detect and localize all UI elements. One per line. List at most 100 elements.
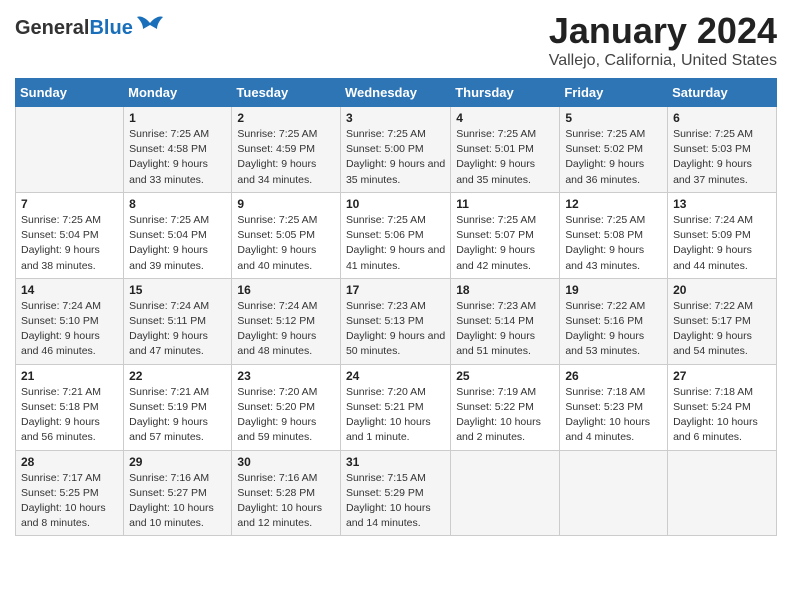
weekday-header: Monday — [124, 79, 232, 107]
day-number: 12 — [565, 197, 662, 211]
day-info: Sunrise: 7:22 AMSunset: 5:16 PMDaylight:… — [565, 299, 662, 360]
day-number: 7 — [21, 197, 118, 211]
day-number: 5 — [565, 111, 662, 125]
day-info: Sunrise: 7:17 AMSunset: 5:25 PMDaylight:… — [21, 471, 118, 532]
day-number: 14 — [21, 283, 118, 297]
weekday-header: Tuesday — [232, 79, 341, 107]
day-number: 23 — [237, 369, 335, 383]
calendar-day-cell: 25 Sunrise: 7:19 AMSunset: 5:22 PMDayligh… — [451, 364, 560, 450]
day-info: Sunrise: 7:25 AMSunset: 5:06 PMDaylight:… — [346, 213, 445, 274]
day-info: Sunrise: 7:22 AMSunset: 5:17 PMDaylight:… — [673, 299, 771, 360]
day-info: Sunrise: 7:20 AMSunset: 5:20 PMDaylight:… — [237, 385, 335, 446]
calendar-week-row: 14 Sunrise: 7:24 AMSunset: 5:10 PMDayligh… — [16, 278, 777, 364]
calendar-day-cell: 21Sunrise: 7:21 AMSunset: 5:18 PMDayligh… — [16, 364, 124, 450]
day-info: Sunrise: 7:20 AMSunset: 5:21 PMDaylight:… — [346, 385, 445, 446]
calendar-day-cell: 20 Sunrise: 7:22 AMSunset: 5:17 PMDayligh… — [668, 278, 777, 364]
weekday-header: Thursday — [451, 79, 560, 107]
day-number: 18 — [456, 283, 554, 297]
calendar-day-cell: 27 Sunrise: 7:18 AMSunset: 5:24 PMDayligh… — [668, 364, 777, 450]
day-info: Sunrise: 7:23 AMSunset: 5:14 PMDaylight:… — [456, 299, 554, 360]
day-number: 29 — [129, 455, 226, 469]
logo-bird-icon — [135, 15, 165, 41]
calendar-day-cell: 14 Sunrise: 7:24 AMSunset: 5:10 PMDayligh… — [16, 278, 124, 364]
calendar-day-cell: 12 Sunrise: 7:25 AMSunset: 5:08 PMDayligh… — [560, 192, 668, 278]
day-info: Sunrise: 7:25 AMSunset: 5:08 PMDaylight:… — [565, 213, 662, 274]
calendar-day-cell — [451, 450, 560, 536]
calendar-day-cell: 24Sunrise: 7:20 AMSunset: 5:21 PMDayligh… — [340, 364, 450, 450]
calendar-day-cell: 23 Sunrise: 7:20 AMSunset: 5:20 PMDayligh… — [232, 364, 341, 450]
calendar-header-row: SundayMondayTuesdayWednesdayThursdayFrid… — [16, 79, 777, 107]
calendar-day-cell: 26Sunrise: 7:18 AMSunset: 5:23 PMDayligh… — [560, 364, 668, 450]
day-number: 16 — [237, 283, 335, 297]
day-number: 30 — [237, 455, 335, 469]
calendar-day-cell: 7Sunrise: 7:25 AMSunset: 5:04 PMDaylight… — [16, 192, 124, 278]
calendar-day-cell: 17 Sunrise: 7:23 AMSunset: 5:13 PMDayligh… — [340, 278, 450, 364]
day-number: 20 — [673, 283, 771, 297]
calendar-day-cell — [16, 107, 124, 193]
calendar-day-cell: 8Sunrise: 7:25 AMSunset: 5:04 PMDaylight… — [124, 192, 232, 278]
day-info: Sunrise: 7:25 AMSunset: 5:05 PMDaylight:… — [237, 213, 335, 274]
day-info: Sunrise: 7:21 AMSunset: 5:19 PMDaylight:… — [129, 385, 226, 446]
day-info: Sunrise: 7:25 AMSunset: 5:03 PMDaylight:… — [673, 127, 771, 188]
day-number: 3 — [346, 111, 445, 125]
logo: GeneralBlue — [15, 15, 165, 41]
calendar-day-cell: 28 Sunrise: 7:17 AMSunset: 5:25 PMDayligh… — [16, 450, 124, 536]
calendar-day-cell: 10 Sunrise: 7:25 AMSunset: 5:06 PMDayligh… — [340, 192, 450, 278]
calendar-day-cell: 29 Sunrise: 7:16 AMSunset: 5:27 PMDayligh… — [124, 450, 232, 536]
calendar-day-cell: 16 Sunrise: 7:24 AMSunset: 5:12 PMDayligh… — [232, 278, 341, 364]
day-info: Sunrise: 7:16 AMSunset: 5:28 PMDaylight:… — [237, 471, 335, 532]
calendar-day-cell: 15 Sunrise: 7:24 AMSunset: 5:11 PMDayligh… — [124, 278, 232, 364]
day-info: Sunrise: 7:24 AMSunset: 5:11 PMDaylight:… — [129, 299, 226, 360]
day-info: Sunrise: 7:19 AMSunset: 5:22 PMDaylight:… — [456, 385, 554, 446]
weekday-header: Sunday — [16, 79, 124, 107]
day-number: 26 — [565, 369, 662, 383]
day-number: 1 — [129, 111, 226, 125]
day-info: Sunrise: 7:23 AMSunset: 5:13 PMDaylight:… — [346, 299, 445, 360]
calendar-week-row: 1 Sunrise: 7:25 AMSunset: 4:58 PMDaylight… — [16, 107, 777, 193]
calendar-day-cell: 11Sunrise: 7:25 AMSunset: 5:07 PMDayligh… — [451, 192, 560, 278]
calendar-day-cell: 3Sunrise: 7:25 AMSunset: 5:00 PMDaylight… — [340, 107, 450, 193]
day-number: 13 — [673, 197, 771, 211]
main-title: January 2024 — [549, 10, 777, 52]
weekday-header: Friday — [560, 79, 668, 107]
calendar-day-cell: 5 Sunrise: 7:25 AMSunset: 5:02 PMDaylight… — [560, 107, 668, 193]
day-number: 6 — [673, 111, 771, 125]
day-number: 15 — [129, 283, 226, 297]
day-info: Sunrise: 7:25 AMSunset: 4:58 PMDaylight:… — [129, 127, 226, 188]
day-info: Sunrise: 7:24 AMSunset: 5:12 PMDaylight:… — [237, 299, 335, 360]
calendar-day-cell: 30 Sunrise: 7:16 AMSunset: 5:28 PMDayligh… — [232, 450, 341, 536]
day-info: Sunrise: 7:18 AMSunset: 5:24 PMDaylight:… — [673, 385, 771, 446]
calendar-table: SundayMondayTuesdayWednesdayThursdayFrid… — [15, 78, 777, 536]
day-number: 27 — [673, 369, 771, 383]
day-info: Sunrise: 7:25 AMSunset: 5:04 PMDaylight:… — [129, 213, 226, 274]
calendar-day-cell: 13 Sunrise: 7:24 AMSunset: 5:09 PMDayligh… — [668, 192, 777, 278]
day-info: Sunrise: 7:24 AMSunset: 5:09 PMDaylight:… — [673, 213, 771, 274]
calendar-day-cell — [560, 450, 668, 536]
day-info: Sunrise: 7:25 AMSunset: 5:02 PMDaylight:… — [565, 127, 662, 188]
weekday-header: Saturday — [668, 79, 777, 107]
day-info: Sunrise: 7:25 AMSunset: 4:59 PMDaylight:… — [237, 127, 335, 188]
day-number: 2 — [237, 111, 335, 125]
day-info: Sunrise: 7:25 AMSunset: 5:07 PMDaylight:… — [456, 213, 554, 274]
day-number: 10 — [346, 197, 445, 211]
calendar-day-cell: 1 Sunrise: 7:25 AMSunset: 4:58 PMDaylight… — [124, 107, 232, 193]
day-number: 21 — [21, 369, 118, 383]
logo-general: General — [15, 17, 89, 39]
calendar-week-row: 21Sunrise: 7:21 AMSunset: 5:18 PMDayligh… — [16, 364, 777, 450]
day-info: Sunrise: 7:15 AMSunset: 5:29 PMDaylight:… — [346, 471, 445, 532]
day-info: Sunrise: 7:16 AMSunset: 5:27 PMDaylight:… — [129, 471, 226, 532]
calendar-day-cell: 2 Sunrise: 7:25 AMSunset: 4:59 PMDaylight… — [232, 107, 341, 193]
day-info: Sunrise: 7:24 AMSunset: 5:10 PMDaylight:… — [21, 299, 118, 360]
calendar-day-cell: 19Sunrise: 7:22 AMSunset: 5:16 PMDayligh… — [560, 278, 668, 364]
day-number: 25 — [456, 369, 554, 383]
calendar-day-cell — [668, 450, 777, 536]
day-number: 17 — [346, 283, 445, 297]
calendar-week-row: 28 Sunrise: 7:17 AMSunset: 5:25 PMDayligh… — [16, 450, 777, 536]
day-number: 28 — [21, 455, 118, 469]
calendar-day-cell: 31Sunrise: 7:15 AMSunset: 5:29 PMDayligh… — [340, 450, 450, 536]
calendar-day-cell: 9Sunrise: 7:25 AMSunset: 5:05 PMDaylight… — [232, 192, 341, 278]
weekday-header: Wednesday — [340, 79, 450, 107]
subtitle: Vallejo, California, United States — [549, 52, 777, 70]
day-number: 22 — [129, 369, 226, 383]
logo-blue-text: Blue — [89, 17, 132, 39]
